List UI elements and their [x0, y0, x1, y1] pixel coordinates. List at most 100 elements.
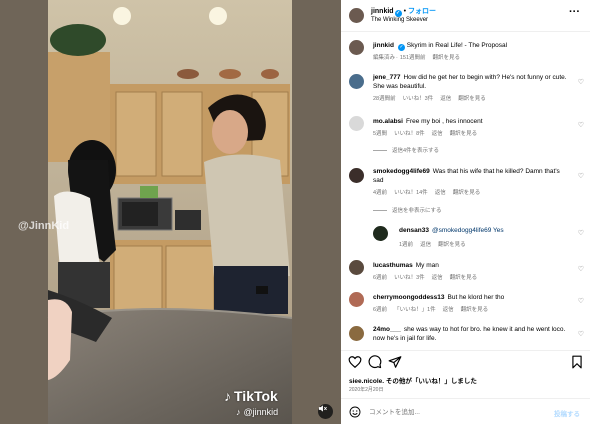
comment-translate[interactable]: 翻訳を見る — [450, 275, 478, 281]
tiktok-user-label: @jinnkid — [243, 407, 279, 417]
comment-likes[interactable]: いいね！3件 — [394, 275, 425, 281]
comment-username[interactable]: smokedogg4life69 — [373, 168, 430, 175]
paper-plane-icon[interactable] — [388, 355, 402, 369]
comment-body: smokedogg4life69 Was that his wife that h… — [373, 168, 569, 185]
reply-avatar[interactable] — [373, 226, 388, 241]
heart-icon[interactable] — [348, 355, 362, 369]
comment-time: 6週前 — [373, 275, 388, 281]
comment-translate[interactable]: 翻訳を見る — [453, 190, 481, 196]
comment-body: lucasthumas My man — [373, 262, 569, 271]
likes-text[interactable]: その他が「いいね！」しました — [386, 378, 477, 385]
author-username[interactable]: jinnkid — [371, 8, 394, 15]
separator-dot: • — [403, 8, 407, 15]
post-comment-button[interactable]: 投稿する — [554, 408, 580, 418]
reply-like-heart-icon[interactable]: ♡ — [578, 229, 584, 237]
reply-username[interactable]: densan33 — [399, 227, 429, 234]
comment-input[interactable] — [369, 405, 539, 419]
reply-translate[interactable]: 翻訳を見る — [438, 242, 466, 248]
comment-meta: 28週間前 いいね！3件 返信 翻訳を見る — [373, 94, 493, 102]
comment-like-heart-icon[interactable]: ♡ — [578, 330, 584, 338]
comment-time: 4週前 — [373, 190, 388, 196]
reply-body: densan33 @smokedogg4life69 Yes — [399, 227, 569, 236]
reply-reply-button[interactable]: 返信 — [420, 242, 431, 248]
action-bar — [341, 350, 590, 372]
comment-thread[interactable]: jinnkid ✓ Skyrim in Real Life! - The Prop… — [341, 32, 590, 350]
caption-text: Skyrim in Real Life! - The Proposal — [406, 42, 508, 49]
comment-text: she was way to hot for bro. he knew it a… — [373, 326, 566, 342]
comment-avatar[interactable] — [349, 326, 364, 341]
comment-translate[interactable]: 翻訳を見る — [450, 131, 478, 137]
likes-summary: siee.nicole. その他が「いいね！」しました — [349, 375, 477, 385]
comment-like-heart-icon[interactable]: ♡ — [578, 172, 584, 180]
comment-username[interactable]: 24mo___ — [373, 326, 401, 333]
edited-label: 編集済み — [373, 55, 396, 61]
comment-like-heart-icon[interactable]: ♡ — [578, 265, 584, 273]
video-frame — [0, 0, 341, 424]
comment-translate[interactable]: 翻訳を見る — [461, 307, 489, 313]
comment-username[interactable]: cherrymoongoddess13 — [373, 294, 445, 301]
view-replies-button[interactable]: 返信4件を表示する — [373, 146, 439, 154]
hide-replies-button[interactable]: 返信を非表示にする — [373, 206, 442, 214]
comment-like-heart-icon[interactable]: ♡ — [578, 121, 584, 129]
reply-line-divider — [373, 209, 387, 211]
post-media[interactable]: @JinnKid ♪ TikTok ♪ @jinnkid — [0, 0, 341, 424]
tiktok-logo: ♪ TikTok — [224, 388, 278, 404]
caption-avatar[interactable] — [349, 40, 364, 55]
caption-username[interactable]: jinnkid — [373, 42, 394, 49]
comment-text: My man — [415, 262, 439, 269]
comment-username[interactable]: mo.alabsi — [373, 118, 403, 125]
likes-user[interactable]: siee.nicole. — [349, 378, 384, 385]
comment-body: mo.alabsi Free my boi , hes innocent — [373, 118, 569, 127]
caption-time: 151週間前 — [399, 55, 426, 61]
tiktok-label: TikTok — [234, 388, 278, 404]
comment-meta: 5週間 いいね！8件 返信 翻訳を見る — [373, 129, 484, 137]
comment-time: 6週前 — [373, 307, 388, 313]
verified-badge-icon: ✓ — [394, 10, 402, 17]
comment-reply-button[interactable]: 返信 — [435, 190, 446, 196]
comment-meta: 6週前 いいね！3件 返信 翻訳を見る — [373, 273, 484, 281]
comment-likes[interactable]: いいね！3件 — [403, 96, 434, 102]
comment-reply-button[interactable]: 返信 — [432, 131, 443, 137]
comment-reply-button[interactable]: 返信 — [432, 275, 443, 281]
tiktok-username: ♪ @jinnkid — [236, 407, 278, 417]
comment-text: But he klord her tho — [447, 294, 505, 301]
comment-username[interactable]: jene_777 — [373, 74, 400, 81]
reply-text: @smokedogg4life69 Yes — [432, 227, 504, 234]
comment-likes[interactable]: いいね！8件 — [394, 131, 425, 137]
comment-translate[interactable]: 翻訳を見る — [458, 96, 486, 102]
comment-like-heart-icon[interactable]: ♡ — [578, 297, 584, 305]
bookmark-icon[interactable] — [570, 355, 584, 369]
comment-avatar[interactable] — [349, 260, 364, 275]
comment-body: cherrymoongoddess13 But he klord her tho — [373, 294, 569, 303]
caption-translate[interactable]: 翻訳を見る — [433, 55, 461, 61]
reply-meta: 1週前 返信 翻訳を見る — [399, 240, 473, 248]
view-replies-label[interactable]: 返信4件を表示する — [392, 146, 439, 154]
comment-reply-button[interactable]: 返信 — [440, 96, 451, 102]
audio-subtitle[interactable]: The Winking Skeever — [371, 17, 428, 23]
mute-button[interactable] — [318, 404, 333, 419]
reply-line-divider — [373, 149, 387, 151]
comment-avatar[interactable] — [349, 74, 364, 89]
author-line: jinnkid ✓ • フォロー — [371, 6, 436, 17]
comment-likes[interactable]: いいね！14件 — [394, 190, 428, 196]
more-dots-icon[interactable]: ··· — [569, 7, 580, 18]
comment-likes[interactable]: 「いいね！」1件 — [394, 307, 436, 313]
video-watermark: @JinnKid — [18, 220, 70, 232]
comment-avatar[interactable] — [349, 168, 364, 183]
comment-avatar[interactable] — [349, 116, 364, 131]
author-avatar[interactable] — [349, 8, 364, 23]
comment-time: 5週間 — [373, 131, 388, 137]
comment-avatar[interactable] — [349, 292, 364, 307]
follow-button[interactable]: フォロー — [408, 8, 436, 15]
comment-bubble-icon[interactable] — [368, 355, 382, 369]
tiktok-small-icon: ♪ — [236, 407, 241, 417]
emoji-smile-icon[interactable] — [349, 406, 361, 418]
post-sidebar: jinnkid ✓ • フォロー The Winking Skeever ··· ji… — [341, 0, 590, 424]
comment-reply-button[interactable]: 返信 — [443, 307, 454, 313]
comment-username[interactable]: lucasthumas — [373, 262, 413, 269]
reply-time: 1週前 — [399, 242, 414, 248]
comment-like-heart-icon[interactable]: ♡ — [578, 78, 584, 86]
hide-replies-label[interactable]: 返信を非表示にする — [392, 206, 442, 214]
post-date[interactable]: 2020年2月20日 — [349, 386, 383, 393]
tiktok-icon: ♪ — [224, 388, 231, 404]
